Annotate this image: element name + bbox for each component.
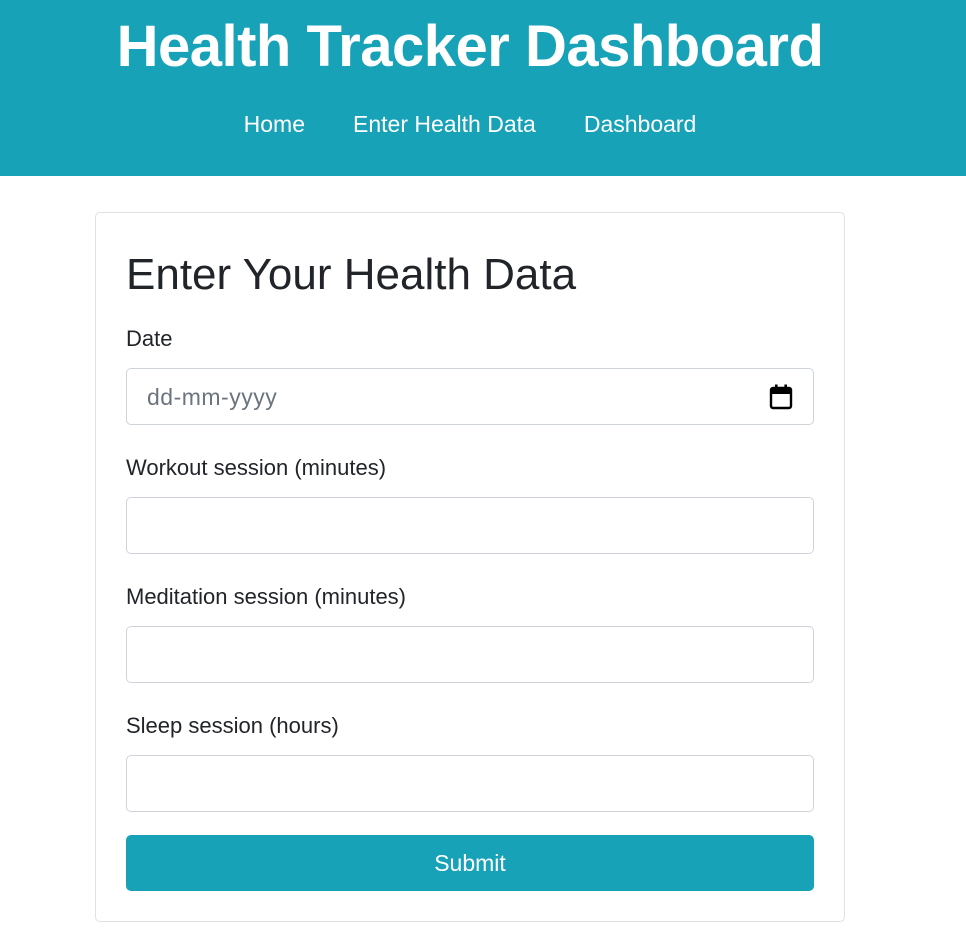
calendar-icon[interactable] bbox=[769, 384, 793, 410]
form-title: Enter Your Health Data bbox=[126, 250, 577, 299]
workout-label: Workout session (minutes) bbox=[126, 455, 387, 480]
submit-button[interactable]: Submit bbox=[126, 835, 814, 891]
date-placeholder: dd-mm-yyyy bbox=[147, 384, 278, 410]
site-title: Health Tracker Dashboard bbox=[116, 14, 824, 79]
meditation-label: Meditation session (minutes) bbox=[126, 584, 407, 609]
health-data-form-card: Enter Your Health Data Date dd-mm-yyyy W… bbox=[95, 212, 845, 922]
date-input[interactable]: dd-mm-yyyy bbox=[126, 368, 814, 425]
workout-input[interactable] bbox=[126, 497, 814, 554]
nav-link-home[interactable]: Home bbox=[244, 108, 305, 140]
date-label: Date bbox=[126, 326, 173, 351]
meditation-input[interactable] bbox=[126, 626, 814, 683]
site-header: Health Tracker Dashboard Home Enter Heal… bbox=[0, 0, 966, 176]
sleep-label: Sleep session (hours) bbox=[126, 713, 339, 738]
main-nav: Home Enter Health Data Dashboard bbox=[0, 108, 940, 140]
sleep-input[interactable] bbox=[126, 755, 814, 812]
nav-link-dashboard[interactable]: Dashboard bbox=[584, 108, 697, 140]
nav-link-enter-health-data[interactable]: Enter Health Data bbox=[353, 108, 536, 140]
